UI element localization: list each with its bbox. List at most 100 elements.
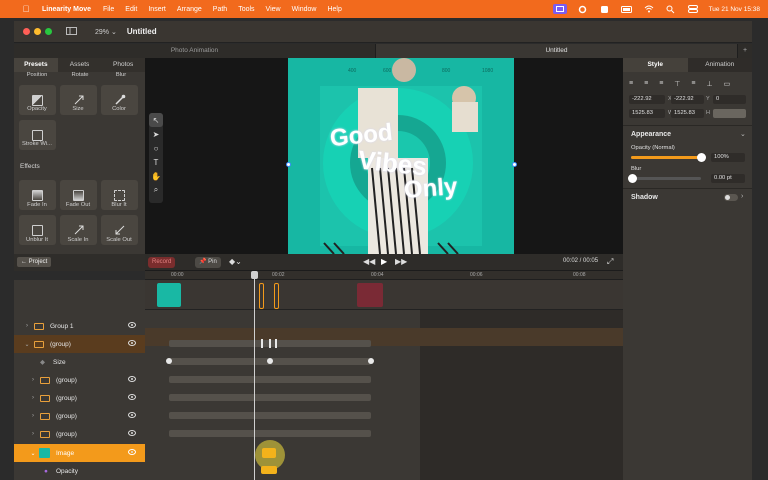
keyframe-marker[interactable] [269, 339, 271, 348]
shape-tool-icon[interactable]: ○ [149, 141, 163, 155]
property-row[interactable]: ● Opacity [14, 462, 145, 480]
back-to-project-button[interactable]: ← Project [17, 257, 52, 267]
eye-icon[interactable] [128, 394, 136, 400]
menu-window[interactable]: Window [292, 6, 317, 13]
opacity-keyframe[interactable] [262, 448, 276, 458]
rotation-field[interactable]: 0 [713, 95, 746, 104]
align-middle-icon[interactable]: ≡ [691, 80, 695, 88]
layer-row[interactable]: › (group) [14, 425, 145, 443]
align-bottom-icon[interactable]: ⊥ [706, 80, 712, 88]
menu-insert[interactable]: Insert [148, 6, 166, 13]
opacity-slider[interactable] [631, 156, 701, 159]
chevron-right-icon[interactable]: › [29, 377, 37, 383]
layer-row[interactable]: › (group) [14, 407, 145, 425]
thumbnail-end[interactable] [357, 283, 383, 307]
align-left-icon[interactable]: ≡ [629, 80, 633, 88]
fullscreen-icon[interactable]: ⤢ [607, 257, 613, 267]
tab-presets[interactable]: Presets [14, 58, 58, 72]
layer-row[interactable]: ⌄ (group) [14, 335, 145, 353]
timeline-ruler[interactable]: 00:00 00:02 00:04 00:06 00:08 [145, 271, 623, 280]
select-tool-icon[interactable]: ↖ [149, 113, 163, 127]
hand-tool-icon[interactable]: ✋ [149, 169, 163, 183]
control-center-icon[interactable] [687, 4, 699, 14]
chevron-right-icon[interactable]: › [23, 323, 31, 329]
track-bar[interactable] [169, 412, 371, 419]
playhead-line[interactable] [254, 271, 255, 480]
menu-arrange[interactable]: Arrange [177, 6, 202, 13]
pin-button[interactable]: 📌 Pin [195, 257, 221, 268]
property-row[interactable]: ◆ Size [14, 353, 145, 371]
eye-icon[interactable] [128, 322, 136, 328]
search-icon[interactable] [665, 4, 677, 14]
layer-row-selected[interactable]: ⌄ Image [14, 444, 145, 462]
selection-handle-left[interactable] [286, 162, 291, 167]
tab-photo-animation[interactable]: Photo Animation [14, 44, 376, 58]
blur-slider[interactable] [631, 177, 701, 180]
rewind-icon[interactable]: ◀◀ [363, 257, 375, 266]
thumb-keyframe[interactable] [259, 283, 264, 309]
tab-assets[interactable]: Assets [58, 58, 102, 72]
align-right-icon[interactable]: ≡ [659, 80, 663, 88]
thumb-keyframe[interactable] [274, 283, 279, 309]
align-center-h-icon[interactable]: ≡ [644, 80, 648, 88]
menu-view[interactable]: View [266, 6, 281, 13]
tab-style[interactable]: Style [623, 58, 688, 72]
layer-row[interactable]: › Group 1 [14, 317, 145, 335]
opacity-slider-knob[interactable] [697, 153, 706, 162]
eye-icon[interactable] [128, 376, 136, 382]
sidebar-toggle-icon[interactable] [66, 26, 77, 37]
minimize-window-button[interactable] [34, 28, 41, 35]
timeline-tracks[interactable] [145, 310, 623, 480]
menu-tools[interactable]: Tools [238, 6, 254, 13]
eye-icon[interactable] [128, 412, 136, 418]
chevron-down-icon[interactable]: ⌄ [23, 341, 31, 348]
chevron-right-icon[interactable]: › [29, 431, 37, 437]
menu-path[interactable]: Path [213, 6, 227, 13]
eye-icon[interactable] [128, 449, 136, 455]
chevron-right-icon[interactable]: › [741, 193, 743, 200]
keyframe-marker[interactable] [261, 339, 263, 348]
app-menu[interactable]: Linearity Move [42, 6, 91, 13]
chevron-right-icon[interactable]: › [29, 395, 37, 401]
chevron-down-icon[interactable]: ⌄ [740, 130, 746, 138]
battery-icon[interactable] [620, 4, 633, 14]
zoom-dropdown[interactable]: 29% ⌄ [95, 28, 117, 36]
width-field[interactable]: 1525.83 [629, 109, 665, 118]
wifi-icon[interactable] [643, 4, 655, 14]
record-button[interactable]: Record [148, 257, 176, 268]
tab-animation[interactable]: Animation [688, 58, 753, 72]
opacity-field[interactable]: 100% [711, 153, 745, 162]
eye-icon[interactable] [128, 430, 136, 436]
apple-icon[interactable]:  [20, 3, 32, 15]
flip-buttons[interactable] [713, 109, 746, 118]
text-tool-icon[interactable]: T [149, 155, 163, 169]
tab-photos[interactable]: Photos [101, 58, 145, 72]
chevron-down-icon[interactable]: ⌄ [29, 450, 37, 457]
size-keyframe[interactable] [368, 358, 374, 364]
fast-forward-icon[interactable]: ▶▶ [395, 257, 407, 266]
layer-row[interactable]: › (group) [14, 389, 145, 407]
height-field[interactable]: 1525.83 [671, 109, 704, 118]
track-bar[interactable] [169, 394, 371, 401]
blur-field[interactable]: 0.00 pt [711, 174, 745, 183]
selection-handle-right[interactable] [512, 162, 517, 167]
maximize-window-button[interactable] [45, 28, 52, 35]
zoom-tool-icon[interactable]: ⌕ [149, 183, 163, 197]
gear-icon[interactable] [577, 4, 589, 14]
screen-record-icon[interactable] [552, 4, 567, 14]
chevron-right-icon[interactable]: › [29, 413, 37, 419]
size-keyframe[interactable] [166, 358, 172, 364]
menu-file[interactable]: File [103, 6, 114, 13]
password-icon[interactable] [599, 4, 611, 14]
artboard[interactable]: 400 600 800 1080 Good Vibes Only [288, 58, 514, 254]
tab-untitled[interactable]: Untitled [376, 44, 738, 58]
shadow-toggle[interactable] [724, 194, 738, 201]
thumbnail-start[interactable] [157, 283, 181, 307]
opacity-keyframe-badge[interactable] [261, 466, 277, 474]
keyframe-type-dropdown[interactable]: ◆⌄ [229, 257, 242, 266]
menubar-clock[interactable]: Tue 21 Nov 15:38 [709, 6, 760, 13]
eye-icon[interactable] [128, 340, 136, 346]
track-bar[interactable] [169, 376, 371, 383]
track-bar[interactable] [169, 430, 371, 437]
menu-help[interactable]: Help [327, 6, 341, 13]
